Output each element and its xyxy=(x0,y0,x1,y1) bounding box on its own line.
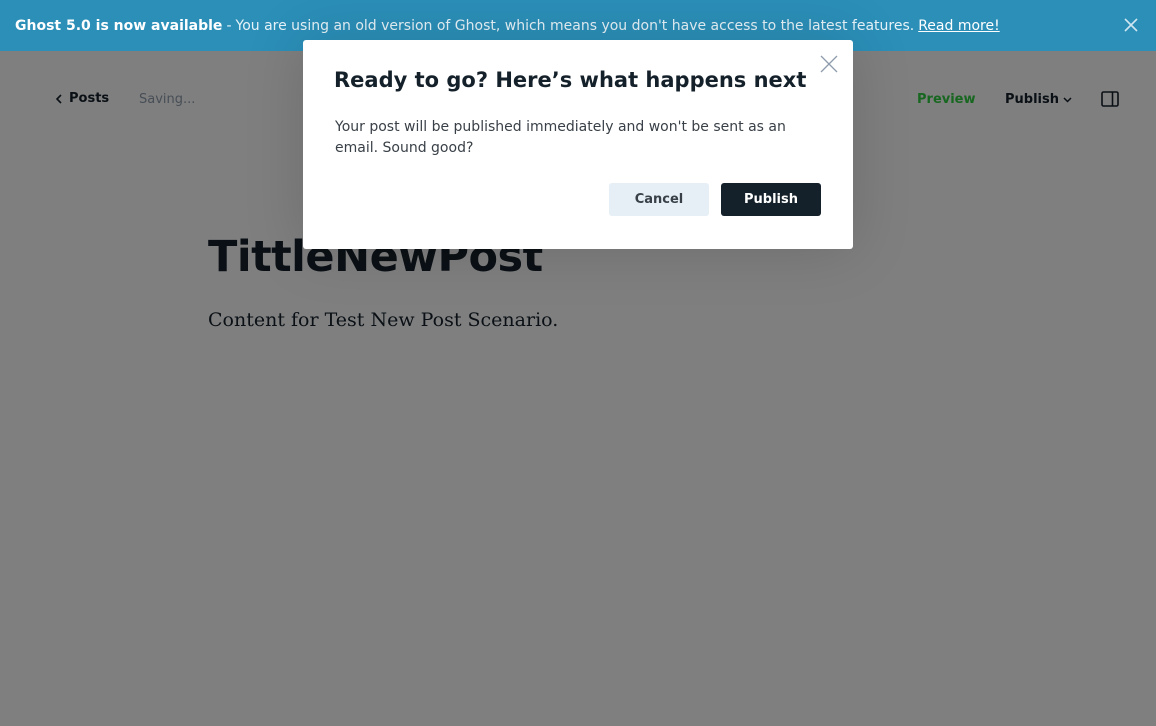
publish-confirm-modal: Ready to go? Here’s what happens next Yo… xyxy=(303,40,853,249)
cancel-button[interactable]: Cancel xyxy=(609,183,709,216)
banner-read-more-link[interactable]: Read more! xyxy=(918,18,1000,34)
publish-button[interactable]: Publish xyxy=(721,183,821,216)
banner-close-icon[interactable] xyxy=(1122,16,1140,34)
banner-headline: Ghost 5.0 is now available xyxy=(15,17,223,34)
banner-message: You are using an old version of Ghost, w… xyxy=(235,17,915,34)
modal-close-icon[interactable] xyxy=(819,54,839,74)
modal-text: Your post will be published immediately … xyxy=(335,119,786,156)
modal-title: Ready to go? Here’s what happens next xyxy=(334,68,807,92)
banner-separator: - xyxy=(226,17,232,34)
